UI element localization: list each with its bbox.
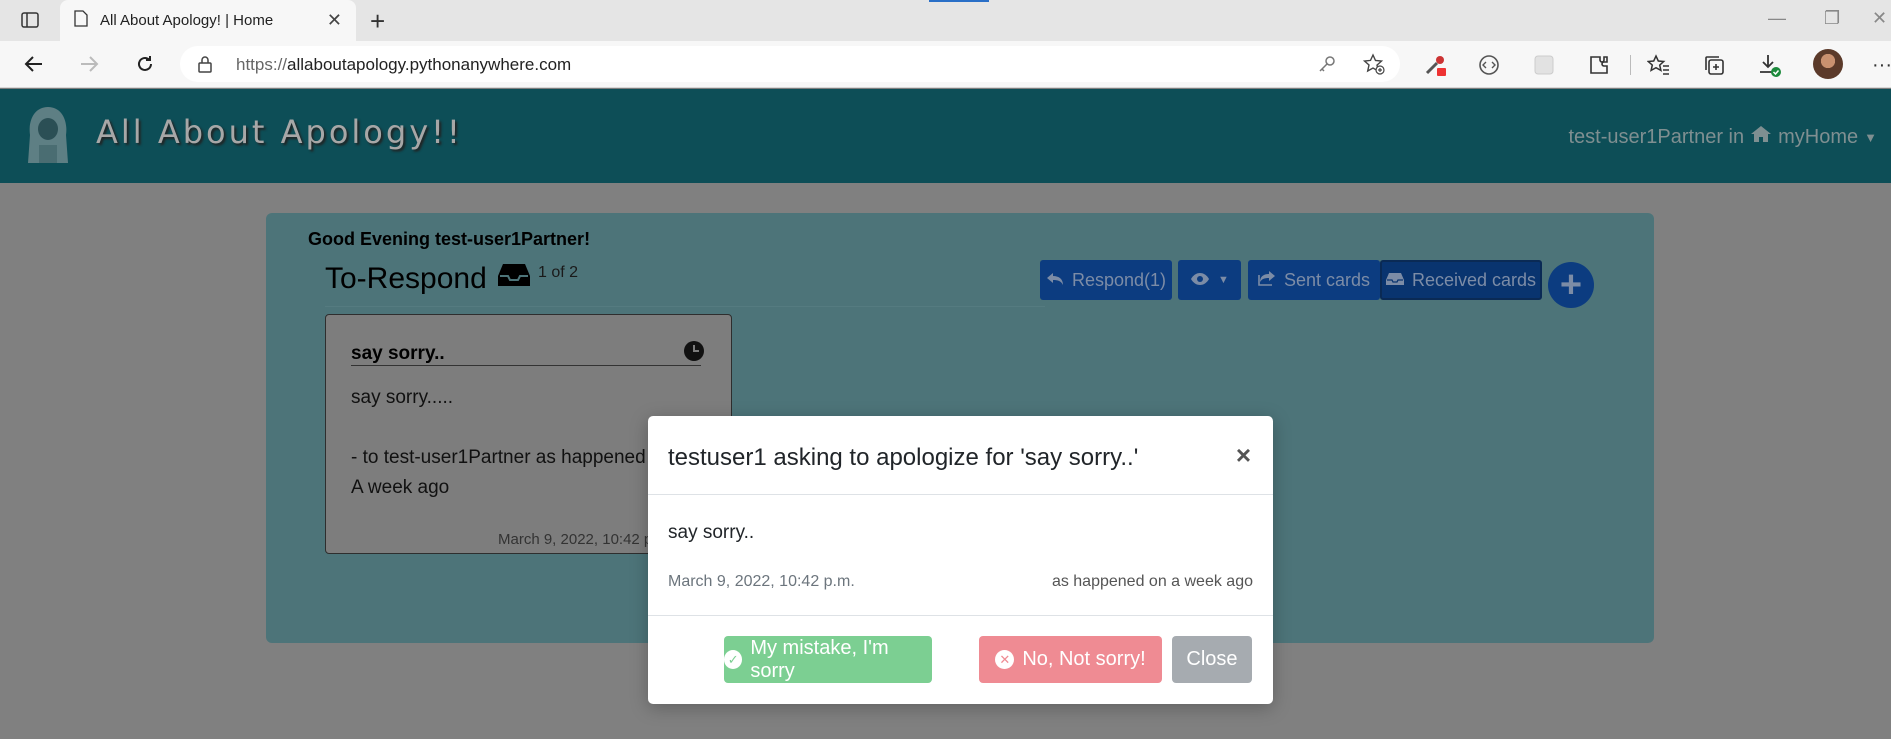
url-text: https://allaboutapology.pythonanywhere.c… bbox=[236, 55, 571, 75]
profile-avatar[interactable] bbox=[1813, 49, 1843, 79]
add-card-button[interactable]: + bbox=[1548, 262, 1594, 308]
tab-close-icon[interactable]: ✕ bbox=[327, 10, 342, 31]
section-title-text: To-Respond bbox=[325, 262, 487, 295]
user-nav-home: myHome bbox=[1778, 125, 1859, 148]
x-circle-icon: ✕ bbox=[995, 650, 1015, 669]
tab-title: All About Apology! | Home bbox=[100, 12, 274, 29]
back-icon[interactable] bbox=[20, 51, 48, 77]
new-tab-icon[interactable]: + bbox=[370, 6, 385, 37]
reply-icon bbox=[1046, 270, 1064, 291]
key-icon[interactable] bbox=[1318, 55, 1336, 78]
eye-icon bbox=[1190, 270, 1210, 291]
user-home-dropdown[interactable]: test-user1Partner in myHome ▼ bbox=[1568, 125, 1877, 149]
not-sorry-button-label: No, Not sorry! bbox=[1022, 648, 1146, 670]
browser-tab-active[interactable]: All About Apology! | Home ✕ bbox=[60, 0, 356, 41]
sent-cards-label: Sent cards bbox=[1283, 269, 1371, 290]
plus-icon: + bbox=[1559, 263, 1583, 306]
inbox-icon bbox=[1385, 270, 1404, 291]
forward-icon[interactable] bbox=[75, 51, 103, 77]
modal-message: say sorry.. bbox=[668, 522, 755, 543]
sorry-button[interactable]: ✓ My mistake, I'm sorry bbox=[724, 636, 932, 683]
code-extension-icon[interactable] bbox=[1476, 52, 1502, 78]
share-icon bbox=[1258, 270, 1276, 291]
page-icon bbox=[74, 9, 88, 32]
modal-date: March 9, 2022, 10:42 p.m. bbox=[668, 573, 855, 590]
browser-toolbar: https://allaboutapology.pythonanywhere.c… bbox=[0, 41, 1891, 88]
tab-actions-icon[interactable] bbox=[19, 10, 41, 30]
pager-text: 1 of 2 bbox=[538, 264, 579, 281]
extensions-icon[interactable] bbox=[1586, 52, 1612, 78]
received-cards-label: Received cards bbox=[1411, 269, 1537, 290]
card-date: March 9, 2022, 10:42 p.m. bbox=[498, 531, 674, 548]
respond-button[interactable]: Respond(1) bbox=[1040, 260, 1172, 300]
received-cards-button[interactable]: Received cards bbox=[1380, 260, 1542, 300]
toolbar-separator bbox=[1630, 55, 1631, 75]
refresh-icon[interactable] bbox=[131, 51, 159, 77]
site-header: All About Apology!! test-user1Partner in… bbox=[0, 89, 1891, 183]
not-sorry-button[interactable]: ✕ No, Not sorry! bbox=[979, 636, 1162, 683]
favorite-add-icon[interactable] bbox=[1362, 53, 1385, 80]
close-button[interactable]: Close bbox=[1172, 636, 1252, 683]
collections-icon[interactable] bbox=[1701, 52, 1727, 78]
url-scheme: https:// bbox=[236, 55, 288, 74]
view-dropdown-button[interactable]: ▼ bbox=[1178, 260, 1241, 300]
url-host: allaboutapology.pythonanywhere.com bbox=[287, 55, 572, 74]
downloads-icon[interactable] bbox=[1757, 52, 1783, 78]
hooded-figure-logo-icon[interactable] bbox=[24, 105, 72, 165]
address-bar[interactable]: https://allaboutapology.pythonanywhere.c… bbox=[180, 46, 1400, 82]
close-button-label: Close bbox=[1186, 648, 1238, 670]
respond-label: Respond(1) bbox=[1071, 269, 1167, 290]
modal-title: testuser1 asking to apologize for 'say s… bbox=[668, 444, 1139, 471]
card-recipient: - to test-user1Partner as happened bbox=[351, 447, 646, 468]
home-icon bbox=[1750, 125, 1772, 149]
favorites-icon[interactable] bbox=[1646, 52, 1672, 78]
sorry-button-label: My mistake, I'm sorry bbox=[750, 636, 889, 682]
card-title: say sorry.. bbox=[351, 343, 445, 364]
close-window-icon[interactable]: ✕ bbox=[1872, 8, 1887, 29]
sent-cards-button[interactable]: Sent cards bbox=[1248, 260, 1380, 300]
inbox-icon bbox=[497, 262, 531, 296]
check-circle-icon: ✓ bbox=[724, 650, 743, 669]
lock-icon[interactable] bbox=[198, 55, 212, 78]
browser-tab-strip: All About Apology! | Home ✕ + — ❐ ✕ bbox=[0, 0, 1891, 41]
apology-modal: testuser1 asking to apologize for 'say s… bbox=[648, 416, 1273, 704]
modal-happened: as happened on a week ago bbox=[1051, 573, 1253, 590]
card-ago: A week ago bbox=[351, 477, 450, 498]
user-nav-label: test-user1Partner in bbox=[1568, 125, 1745, 148]
caret-down-icon: ▼ bbox=[1218, 274, 1229, 286]
section-title: To-Respond bbox=[325, 262, 531, 296]
greeting-text: Good Evening test-user1Partner! bbox=[308, 229, 591, 249]
tab-accent-line bbox=[929, 0, 989, 2]
minimize-icon[interactable]: — bbox=[1768, 8, 1786, 29]
modal-close-icon[interactable]: × bbox=[1236, 440, 1251, 471]
extension-placeholder-icon[interactable] bbox=[1531, 52, 1557, 78]
modal-header: testuser1 asking to apologize for 'say s… bbox=[648, 416, 1273, 495]
more-menu-icon[interactable]: ··· bbox=[1869, 52, 1891, 78]
clock-icon bbox=[684, 341, 704, 361]
caret-down-icon: ▼ bbox=[1864, 129, 1877, 145]
title-divider bbox=[325, 306, 1045, 307]
restore-icon[interactable]: ❐ bbox=[1824, 8, 1840, 29]
card-divider bbox=[351, 365, 701, 366]
brand-title[interactable]: All About Apology!! bbox=[96, 113, 463, 151]
card-body: say sorry..... bbox=[351, 387, 454, 408]
color-picker-extension-icon[interactable] bbox=[1422, 52, 1448, 78]
